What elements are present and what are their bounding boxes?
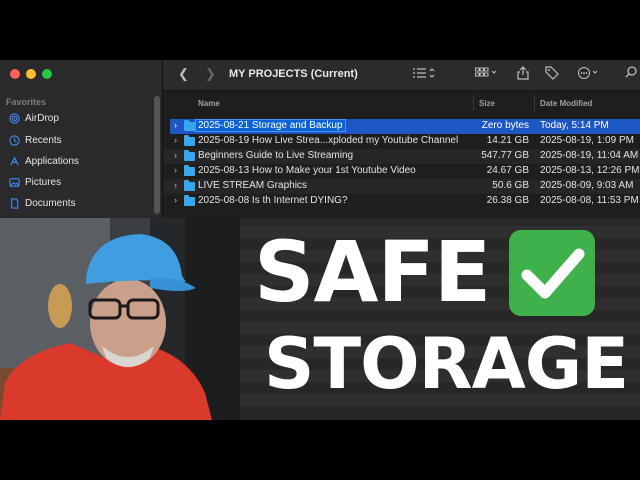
file-size: 50.6 GB: [492, 180, 529, 191]
chevron-right-icon[interactable]: ›: [174, 165, 177, 175]
folder-icon: [184, 120, 195, 131]
column-size[interactable]: Size: [479, 99, 495, 108]
chevron-right-icon[interactable]: ›: [174, 120, 177, 130]
folder-icon: [184, 195, 195, 206]
chevron-right-icon[interactable]: ›: [174, 150, 177, 160]
minimize-button[interactable]: [26, 69, 36, 79]
file-name: 2025-08-13 How to Make your 1st Youtube …: [198, 165, 416, 176]
table-row[interactable]: › 2025-08-21 Storage and Backup Zero byt…: [163, 119, 640, 134]
sidebar-item-label: AirDrop: [25, 112, 59, 124]
file-date: 2025-08-08, 11:53 PM: [540, 195, 639, 206]
table-row[interactable]: › 2025-08-08 Is th Internet DYING? 26.38…: [163, 194, 640, 209]
chevron-right-icon[interactable]: ›: [174, 135, 177, 145]
finder-sidebar: Favorites AirDrop Recents Applications P…: [0, 60, 163, 218]
file-date: 2025-08-13, 12:26 PM: [540, 165, 640, 176]
sidebar-item-recents[interactable]: Recents: [8, 131, 62, 149]
file-date: 2025-08-19, 1:09 PM: [540, 135, 634, 146]
headline-storage: STORAGE: [264, 323, 629, 405]
folder-icon: [184, 165, 195, 176]
zoom-button[interactable]: [42, 69, 52, 79]
file-name: 2025-08-08 Is th Internet DYING?: [198, 195, 348, 206]
sidebar-item-label: Documents: [25, 197, 76, 209]
table-row[interactable]: › 2025-08-13 How to Make your 1st Youtub…: [163, 164, 640, 179]
table-row[interactable]: › Beginners Guide to Live Streaming 547.…: [163, 149, 640, 164]
folder-icon: [184, 135, 195, 146]
headline-safe: SAFE: [254, 223, 491, 321]
back-icon[interactable]: ❮: [178, 66, 189, 82]
file-list: › 2025-08-21 Storage and Backup Zero byt…: [163, 119, 640, 209]
file-name: LIVE STREAM Graphics: [198, 180, 307, 191]
tag-icon[interactable]: [545, 66, 559, 83]
finder-main: ❮ ❯ MY PROJECTS (Current) Name Size Date…: [163, 60, 640, 218]
search-icon[interactable]: [625, 65, 637, 82]
forward-icon[interactable]: ❯: [205, 66, 216, 82]
checkmark-icon: [509, 230, 595, 316]
folder-icon: [184, 150, 195, 161]
presenter-photo: [0, 218, 241, 420]
applications-icon: [8, 155, 20, 167]
sidebar-item-documents[interactable]: Documents: [8, 194, 76, 212]
documents-icon: [8, 197, 20, 209]
title-overlay: SAFE STORAGE: [240, 218, 640, 420]
window-controls: [10, 69, 52, 79]
chevron-right-icon[interactable]: ›: [174, 180, 177, 190]
folder-icon: [184, 180, 195, 191]
sidebar-item-airdrop[interactable]: AirDrop: [8, 109, 59, 127]
sidebar-item-label: Applications: [25, 155, 79, 167]
table-row[interactable]: › 2025-08-19 How Live Strea...xploded my…: [163, 134, 640, 149]
file-size: 547.77 GB: [481, 150, 529, 161]
file-size: 26.38 GB: [486, 195, 529, 206]
group-icon[interactable]: [475, 67, 499, 82]
table-row[interactable]: › LIVE STREAM Graphics 50.6 GB 2025-08-0…: [163, 179, 640, 194]
file-size: Zero bytes: [481, 120, 529, 131]
list-view-icon[interactable]: [413, 67, 435, 82]
file-name[interactable]: 2025-08-21 Storage and Backup: [195, 119, 346, 132]
sidebar-scrollbar[interactable]: [154, 96, 160, 214]
sidebar-item-applications[interactable]: Applications: [8, 152, 79, 170]
file-size: 24.67 GB: [486, 165, 529, 176]
file-name: 2025-08-19 How Live Strea...xploded my Y…: [198, 135, 459, 146]
thumbnail-frame: Favorites AirDrop Recents Applications P…: [0, 60, 640, 420]
file-size: 14.21 GB: [486, 135, 529, 146]
column-name[interactable]: Name: [198, 99, 220, 108]
clock-icon: [8, 134, 20, 146]
file-date: 2025-08-19, 11:04 AM: [540, 150, 639, 161]
column-date-modified[interactable]: Date Modified: [540, 99, 592, 108]
sidebar-item-label: Recents: [25, 134, 62, 146]
file-date: 2025-08-09, 9:03 AM: [540, 180, 634, 191]
airdrop-icon: [8, 112, 20, 124]
close-button[interactable]: [10, 69, 20, 79]
chevron-right-icon[interactable]: ›: [174, 195, 177, 205]
sidebar-item-label: Pictures: [25, 176, 62, 188]
window-title: MY PROJECTS (Current): [229, 68, 358, 80]
finder-toolbar: ❮ ❯ MY PROJECTS (Current): [163, 60, 640, 91]
column-header: Name Size Date Modified: [163, 91, 640, 113]
file-date: Today, 5:14 PM: [540, 120, 609, 131]
sidebar-item-pictures[interactable]: Pictures: [8, 173, 61, 191]
more-actions-icon[interactable]: [577, 67, 601, 82]
pictures-icon: [8, 176, 20, 188]
share-icon[interactable]: [517, 66, 529, 83]
file-name: Beginners Guide to Live Streaming: [198, 150, 354, 161]
favorites-label: Favorites: [6, 97, 47, 107]
